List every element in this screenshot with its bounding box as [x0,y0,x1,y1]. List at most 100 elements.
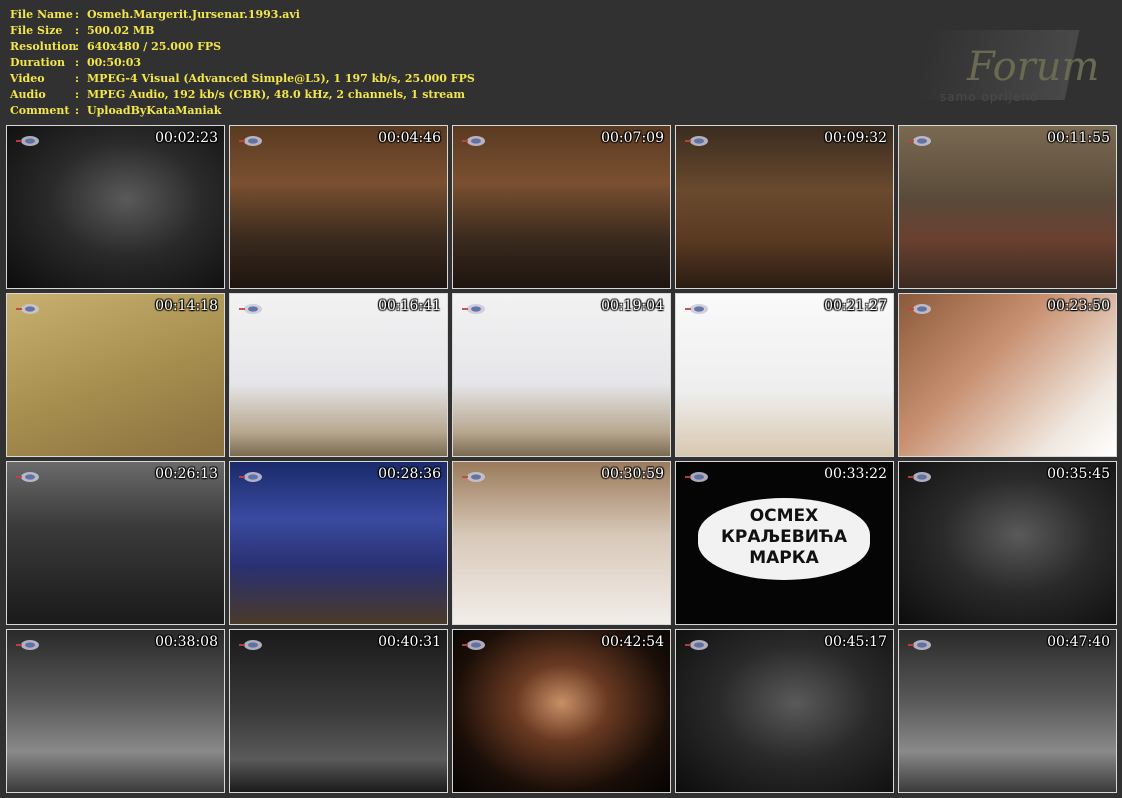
channel-logo-icon [685,136,708,146]
thumbnail[interactable]: 00:16:41 [229,293,448,457]
thumbnail[interactable]: 00:11:55 [898,125,1117,289]
video-frame [899,126,1116,288]
info-separator: : [75,72,80,85]
channel-logo-icon [239,136,262,146]
watermark-subtext: samo oprljeno [940,90,1039,104]
channel-logo-icon [908,304,931,314]
channel-logo-icon [239,472,262,482]
channel-logo-icon [685,472,708,482]
timestamp: 00:45:17 [824,634,887,650]
video-frame [7,294,224,456]
thumbnail[interactable]: 00:14:18 [6,293,225,457]
video-frame [7,126,224,288]
channel-logo-icon [908,472,931,482]
file-info-panel: File Name: Osmeh.Margerit.Jursenar.1993.a… [10,7,475,119]
thumbnail[interactable]: 00:26:13 [6,461,225,625]
channel-logo-icon [462,304,485,314]
thumbnail[interactable]: 00:45:17 [675,629,894,793]
channel-logo-icon [908,136,931,146]
thumbnail[interactable]: 00:02:23 [6,125,225,289]
timestamp: 00:04:46 [378,130,441,146]
timestamp: 00:11:55 [1047,130,1110,146]
channel-logo-icon [16,472,39,482]
thumbnail[interactable]: 00:04:46 [229,125,448,289]
thumbnail[interactable]: 00:23:50 [898,293,1117,457]
info-label: File Size [10,24,63,37]
info-value: 500.02 MB [87,24,155,37]
video-frame [899,462,1116,624]
info-label: File Name [10,8,73,21]
timestamp: 00:33:22 [824,466,887,482]
timestamp: 00:40:31 [378,634,441,650]
timestamp: 00:30:59 [601,466,664,482]
thumbnail[interactable]: 00:09:32 [675,125,894,289]
video-frame [453,126,670,288]
timestamp: 00:14:18 [155,298,218,314]
timestamp: 00:16:41 [378,298,441,314]
info-separator: : [75,104,80,117]
info-value: Osmeh.Margerit.Jursenar.1993.avi [87,8,300,21]
timestamp: 00:42:54 [601,634,664,650]
info-value: 00:50:03 [87,56,142,69]
info-label: Duration [10,56,66,69]
thumbnail[interactable]: 00:40:31 [229,629,448,793]
title-card-line: КРАЉЕВИЋА [720,527,848,547]
info-label: Video [10,72,45,85]
thumbnail[interactable]: ОСМЕХ КРАЉЕВИЋА МАРКА 00:33:22 [675,461,894,625]
info-separator: : [75,8,80,21]
info-row-file-name: File Name: Osmeh.Margerit.Jursenar.1993.a… [10,7,475,23]
channel-logo-icon [16,136,39,146]
timestamp: 00:47:40 [1047,634,1110,650]
video-frame [899,630,1116,792]
channel-logo-icon [462,136,485,146]
thumbnail[interactable]: 00:35:45 [898,461,1117,625]
channel-logo-icon [908,640,931,650]
title-card: ОСМЕХ КРАЉЕВИЋА МАРКА [698,498,870,580]
timestamp: 00:38:08 [155,634,218,650]
thumbnail[interactable]: 00:30:59 [452,461,671,625]
thumbnail[interactable]: 00:21:27 [675,293,894,457]
video-frame [230,294,447,456]
timestamp: 00:19:04 [601,298,664,314]
channel-logo-icon [685,640,708,650]
info-label: Comment [10,104,70,117]
video-frame [7,630,224,792]
channel-logo-icon [685,304,708,314]
channel-logo-icon [462,640,485,650]
info-row-comment: Comment: UploadByKataManiak [10,103,475,119]
channel-logo-icon [239,304,262,314]
info-row-file-size: File Size:500.02 MB [10,23,475,39]
info-separator: : [75,88,80,101]
thumbnail[interactable]: 00:38:08 [6,629,225,793]
timestamp: 00:35:45 [1047,466,1110,482]
channel-logo-icon [462,472,485,482]
timestamp: 00:28:36 [378,466,441,482]
thumbnail[interactable]: 00:19:04 [452,293,671,457]
info-value: 640x480 / 25.000 FPS [87,40,222,53]
channel-logo-icon [239,640,262,650]
channel-logo-icon [16,304,39,314]
info-separator: : [75,56,80,69]
video-frame [230,126,447,288]
timestamp: 00:21:27 [824,298,887,314]
video-frame [899,294,1116,456]
timestamp: 00:09:32 [824,130,887,146]
video-frame [453,294,670,456]
watermark-text: Forum [967,44,1100,90]
timestamp: 00:26:13 [155,466,218,482]
info-row-resolution: Resolution:640x480 / 25.000 FPS [10,39,475,55]
thumbnail[interactable]: 00:47:40 [898,629,1117,793]
thumbnail[interactable]: 00:07:09 [452,125,671,289]
info-value: UploadByKataManiak [87,104,222,117]
video-frame [676,294,893,456]
timestamp: 00:23:50 [1047,298,1110,314]
thumbnail[interactable]: 00:28:36 [229,461,448,625]
thumbnail[interactable]: 00:42:54 [452,629,671,793]
video-frame [453,462,670,624]
info-value: MPEG-4 Visual (Advanced Simple@L5), 1 19… [87,72,475,85]
info-label: Audio [10,88,46,101]
info-value: MPEG Audio, 192 kb/s (CBR), 48.0 kHz, 2 … [87,88,466,101]
video-frame [453,630,670,792]
info-row-video: Video: MPEG-4 Visual (Advanced Simple@L5)… [10,71,475,87]
timestamp: 00:02:23 [155,130,218,146]
